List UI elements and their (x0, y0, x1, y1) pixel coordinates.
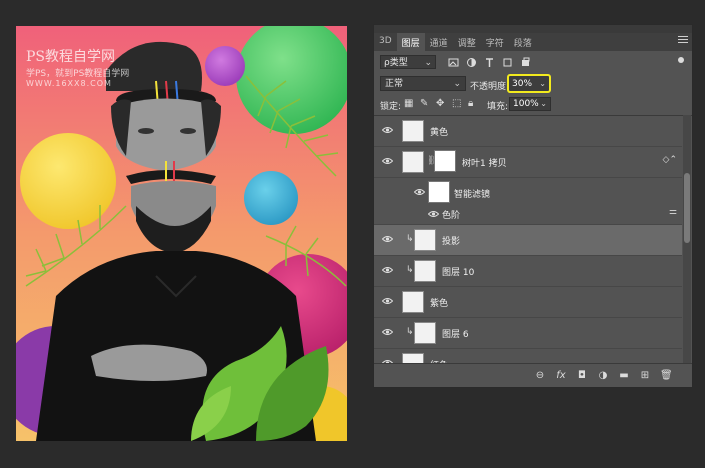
blend-mode-value: 正常 (385, 79, 404, 89)
filter-toggle-icon[interactable] (678, 57, 684, 63)
layer-name[interactable]: 智能滤镜 (454, 187, 490, 200)
scrollbar-thumb[interactable] (684, 173, 690, 243)
lock-label: 锁定: (380, 102, 402, 112)
fill-field[interactable]: 100% ⌄ (509, 97, 551, 111)
clipping-arrow-icon: ↳ (406, 234, 414, 244)
watermark-url: WWW.16XX8.COM (26, 79, 112, 88)
blend-row: 正常 ⌄ 不透明度: 30% ⌄ (374, 74, 692, 94)
layer-name[interactable]: 投影 (442, 234, 460, 247)
tab-character[interactable]: 字符 (481, 33, 509, 51)
layer-name[interactable]: 图层 10 (442, 265, 474, 278)
visibility-eye-icon[interactable] (382, 328, 393, 336)
visibility-eye-icon[interactable] (382, 297, 393, 305)
layers-scrollbar[interactable] (683, 115, 691, 363)
lock-transparent-icon[interactable]: ▦ (404, 99, 414, 109)
layer-name[interactable]: 色阶 (442, 208, 460, 221)
lock-image-icon[interactable]: ✎ (420, 99, 430, 109)
smart-object-filter-icon[interactable] (520, 57, 531, 68)
watermark-title: PS教程自学网 (26, 49, 116, 65)
layers-list: 黄色 ⛓︎ 树叶1 拷贝 ◇⌃ 智能滤镜 色阶 ⚌ ↳ 投影 ↳ 图层 10 紫… (374, 115, 692, 364)
fill-label: 填充: (487, 102, 509, 112)
layers-panel: 3D 图层 通道 调整 字符 段落 ρ类型 ⌄ 正常 ⌄ 不透明度: 30% ⌄… (373, 24, 693, 388)
new-layer-icon[interactable]: ⊞ (639, 370, 651, 382)
panel-menu-icon[interactable] (678, 36, 688, 46)
tab-channels[interactable]: 通道 (425, 33, 453, 51)
shape-filter-icon[interactable] (502, 57, 513, 68)
panel-tabs: 3D 图层 通道 调整 字符 段落 (374, 33, 692, 51)
layer-row-shadow[interactable]: ↳ 投影 (374, 225, 682, 256)
clipping-arrow-icon: ↳ (406, 327, 414, 337)
type-filter-icon[interactable] (484, 57, 495, 68)
layer-thumbnail (414, 322, 436, 344)
chevron-down-icon: ⌄ (453, 79, 461, 89)
fx-icon[interactable]: fx (555, 370, 567, 382)
layer-row-red[interactable]: 红色 (374, 349, 682, 364)
layer-row-leaf-copy[interactable]: ⛓︎ 树叶1 拷贝 ◇⌃ (374, 147, 682, 178)
poster-artwork (16, 26, 347, 441)
fill-value: 100% (513, 99, 539, 109)
visibility-eye-icon[interactable] (382, 266, 393, 274)
document-canvas[interactable]: PS教程自学网 学PS，就到PS教程自学网 WWW.16XX8.COM (0, 0, 366, 468)
group-folder-icon[interactable]: ▬ (618, 370, 630, 382)
lock-row: 锁定: ▦ ✎ ✥ ⬚ 🔒︎ 填充: 100% ⌄ (374, 96, 692, 114)
layer-thumbnail (414, 229, 436, 251)
layer-row-yellow[interactable]: 黄色 (374, 116, 682, 147)
layer-row-smart-filters[interactable]: 智能滤镜 (374, 178, 682, 204)
clipping-arrow-icon: ↳ (406, 265, 414, 275)
filter-options-icon[interactable]: ⚌ (669, 207, 677, 217)
adjustment-layer-icon[interactable]: ◑ (597, 370, 609, 382)
layer-name[interactable]: 紫色 (430, 296, 448, 309)
lock-all-icon[interactable]: 🔒︎ (468, 99, 478, 109)
tab-layers[interactable]: 图层 (396, 33, 425, 51)
link-layers-icon[interactable]: ⊖ (534, 370, 546, 382)
layer-row-layer6[interactable]: ↳ 图层 6 (374, 318, 682, 349)
layer-row-purple[interactable]: 紫色 (374, 287, 682, 318)
lock-artboard-icon[interactable]: ⬚ (452, 99, 462, 109)
filter-kind-label: ρ类型 (384, 58, 408, 68)
adjustment-filter-icon[interactable] (466, 57, 477, 68)
tab-adjustments[interactable]: 调整 (453, 33, 481, 51)
layer-thumbnail (402, 291, 424, 313)
visibility-eye-icon[interactable] (428, 210, 439, 218)
tab-3d[interactable]: 3D (374, 33, 397, 51)
chevron-down-icon: ⌄ (424, 58, 432, 68)
trash-icon[interactable]: 🗑︎ (660, 370, 673, 382)
chevron-down-icon: ⌄ (540, 99, 547, 108)
smart-object-badge-icon[interactable]: ◇⌃ (663, 155, 677, 165)
panel-bottom-toolbar: ⊖ fx ◘ ◑ ▬ ⊞ 🗑︎ (374, 363, 692, 387)
opacity-value: 30% (512, 79, 533, 89)
panel-topbar[interactable] (374, 25, 692, 33)
opacity-field[interactable]: 30% ⌄ (507, 74, 551, 93)
watermark-subtitle: 学PS，就到PS教程自学网 (26, 69, 130, 79)
visibility-eye-icon[interactable] (382, 235, 393, 243)
visibility-eye-icon[interactable] (414, 188, 425, 196)
visibility-eye-icon[interactable] (382, 157, 393, 165)
pixel-filter-icon[interactable] (448, 57, 459, 68)
layer-name[interactable]: 树叶1 拷贝 (462, 156, 507, 169)
smart-filter-mask[interactable] (428, 181, 450, 203)
chevron-down-icon: ⌄ (539, 79, 546, 88)
layer-row-levels[interactable]: 色阶 ⚌ (374, 204, 682, 225)
layer-thumbnail (414, 260, 436, 282)
filter-kind-select[interactable]: ρ类型 ⌄ (380, 55, 436, 69)
blend-mode-select[interactable]: 正常 ⌄ (380, 76, 466, 91)
visibility-eye-icon[interactable] (382, 126, 393, 134)
layer-thumbnail (402, 151, 424, 173)
opacity-label: 不透明度: (470, 82, 510, 92)
layer-thumbnail (402, 120, 424, 142)
layer-mask-thumbnail[interactable] (434, 150, 456, 172)
filter-row: ρ类型 ⌄ (374, 51, 692, 73)
layer-name[interactable]: 图层 6 (442, 327, 469, 340)
lock-position-icon[interactable]: ✥ (436, 99, 446, 109)
tab-paragraph[interactable]: 段落 (509, 33, 537, 51)
layer-row-layer10[interactable]: ↳ 图层 10 (374, 256, 682, 287)
layer-name[interactable]: 黄色 (430, 125, 448, 138)
add-mask-icon[interactable]: ◘ (576, 370, 588, 382)
